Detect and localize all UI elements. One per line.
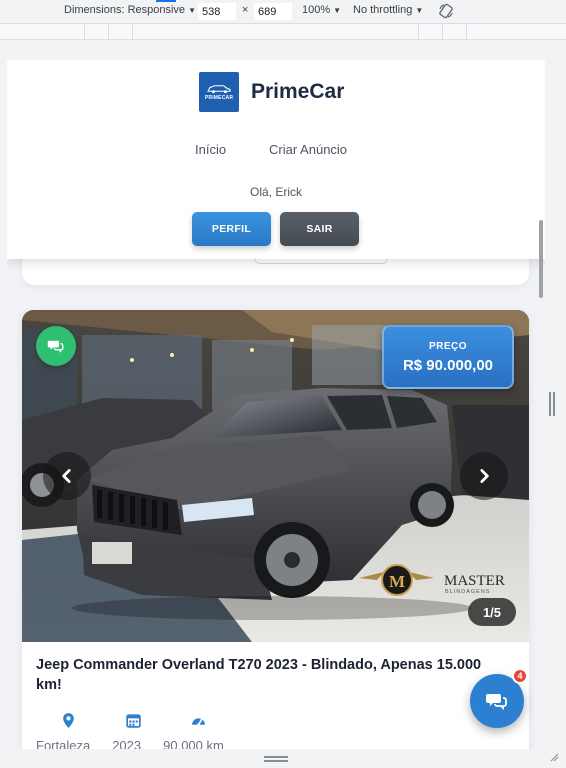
nav-link-criar-anuncio[interactable]: Criar Anúncio	[269, 142, 347, 157]
dimensions-label: Dimensions: Responsive	[64, 4, 186, 16]
profile-button[interactable]: PERFIL	[192, 212, 271, 246]
chevron-down-icon: ▼	[188, 5, 196, 15]
listing-location: Fortaleza	[36, 738, 91, 749]
whatsapp-chat-button[interactable]	[36, 326, 76, 366]
chat-icon	[47, 340, 64, 353]
listing-meta-icons	[60, 712, 207, 729]
prev-photo-button[interactable]	[43, 452, 91, 500]
chat-icon	[486, 694, 507, 711]
chevron-down-icon: ▼	[415, 5, 424, 15]
chevron-down-icon: ▼	[333, 5, 342, 15]
page-scrollbar[interactable]	[539, 220, 543, 298]
zoom-dropdown[interactable]: 100% ▼	[302, 4, 341, 16]
height-input[interactable]: 689	[254, 3, 292, 20]
car-logo-icon	[207, 85, 231, 94]
listing-card[interactable]: M MASTER BLINDAGENS PREÇO R$ 90.000,00 1…	[22, 310, 529, 749]
watermark-logo-letter: M	[389, 572, 405, 591]
listing-mileage: 90.000 km	[163, 738, 224, 749]
logout-button[interactable]: SAIR	[280, 212, 359, 246]
device-viewport: M MASTER BLINDAGENS PREÇO R$ 90.000,00 1…	[7, 60, 545, 749]
rotate-icon[interactable]	[438, 3, 454, 19]
chevron-left-icon	[62, 469, 71, 483]
viewport-height-resize-handle[interactable]	[264, 756, 288, 762]
viewport-width-resize-handle[interactable]	[549, 392, 555, 416]
listing-title[interactable]: Jeep Commander Overland T270 2023 - Blin…	[36, 655, 506, 695]
logo-text: PRIMECAR	[204, 95, 234, 101]
watermark-subtext: BLINDAGENS	[445, 589, 490, 595]
media-query-ruler	[0, 24, 566, 40]
user-greeting: Olá, Erick	[249, 185, 302, 199]
chat-notification-badge: 4	[512, 668, 528, 684]
site-header: PRIMECAR PrimeCar Início Criar Anúncio O…	[7, 60, 545, 259]
nav-link-inicio[interactable]: Início	[195, 142, 226, 157]
viewport-corner-resize-handle[interactable]	[549, 752, 559, 762]
active-tab-indicator	[156, 0, 176, 2]
zoom-label: 100%	[302, 4, 331, 16]
dimension-separator: ×	[242, 4, 249, 16]
price-label: PREÇO	[428, 341, 468, 352]
price-value: R$ 90.000,00	[402, 357, 494, 374]
throttling-dropdown[interactable]: No throttling ▼	[353, 4, 423, 16]
primecar-logo[interactable]: PRIMECAR	[199, 72, 239, 112]
next-photo-button[interactable]	[460, 452, 508, 500]
location-pin-icon	[60, 712, 77, 729]
listing-photo[interactable]: M MASTER BLINDAGENS PREÇO R$ 90.000,00 1…	[22, 310, 529, 642]
devtools-device-toolbar: Dimensions: Responsive ▼ 538 × 689 100% …	[0, 0, 566, 24]
photo-counter: 1/5	[468, 598, 516, 626]
price-tag: PREÇO R$ 90.000,00	[382, 325, 514, 389]
dimensions-dropdown[interactable]: Dimensions: Responsive ▼	[64, 4, 196, 16]
listing-meta-values: Fortaleza 2023 90.000 km	[36, 738, 224, 749]
listing-year: 2023	[112, 738, 142, 749]
chevron-right-icon	[480, 469, 489, 483]
brand-name[interactable]: PrimeCar	[251, 80, 344, 104]
calendar-icon	[125, 712, 142, 729]
width-input[interactable]: 538	[198, 3, 236, 20]
speedometer-icon	[190, 712, 207, 729]
throttling-label: No throttling	[353, 4, 413, 16]
watermark-text: MASTER	[444, 573, 505, 589]
